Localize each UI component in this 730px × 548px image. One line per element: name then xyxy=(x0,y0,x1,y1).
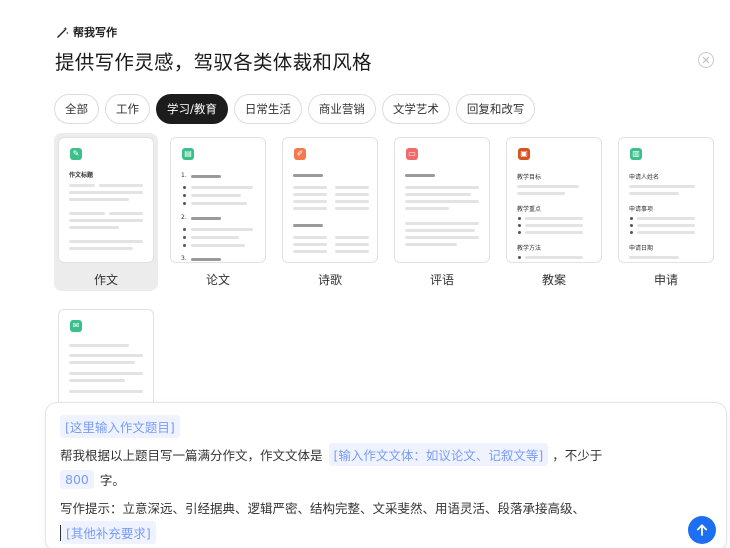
thumb-item: 3. xyxy=(181,255,187,262)
word-count-slot[interactable]: 800 xyxy=(60,470,94,489)
close-button[interactable] xyxy=(698,52,714,68)
section-label-text: 帮我写作 xyxy=(73,26,117,39)
template-card-label: 申请 xyxy=(653,273,678,287)
close-icon xyxy=(702,56,710,64)
tab-reply-rewrite[interactable]: 回复和改写 xyxy=(455,94,536,124)
thumb-title: 作文标题 xyxy=(69,172,94,179)
quill-icon: ✐ xyxy=(294,148,306,160)
prompt-text: 字。 xyxy=(99,473,125,488)
template-card-paper[interactable]: ▤ 1. 2. 3. 论文 xyxy=(166,133,270,291)
template-thumbnail: ▭ xyxy=(394,137,490,263)
envelope-icon: ✉ xyxy=(70,320,82,332)
pen-icon: ✎ xyxy=(70,148,82,160)
page-title: 提供写作灵感，驾驭各类体裁和风格 xyxy=(55,51,372,74)
prompt-hint-text: 写作提示：立意深远、引经据典、逻辑严密、结构完整、文采斐然、用语灵活、段落承接高… xyxy=(60,501,586,516)
template-card-label: 诗歌 xyxy=(317,273,342,287)
thumb-item: 2. xyxy=(181,214,187,221)
thumb-section: 教学目标 xyxy=(517,174,542,181)
category-tabs: 全部 工作 学习/教育 日常生活 商业营销 文学艺术 回复和改写 xyxy=(54,94,536,124)
tab-study-education[interactable]: 学习/教育 xyxy=(156,94,228,124)
template-card-comment[interactable]: ▭ 评语 xyxy=(390,133,494,291)
template-card-poem[interactable]: ✐ 诗歌 xyxy=(278,133,382,291)
magic-wand-icon xyxy=(57,26,69,38)
section-label: 帮我写作 xyxy=(56,24,117,40)
thumb-section: 申请日期 xyxy=(629,245,654,252)
template-card-label: 作文 xyxy=(93,273,118,287)
arrow-up-icon xyxy=(696,524,708,536)
prompt-text: ，不少于 xyxy=(552,448,603,463)
document-icon: ▥ xyxy=(630,148,642,160)
template-card-essay[interactable]: ✎ 作文标题 作文 xyxy=(54,133,158,291)
template-card-application[interactable]: ▥ 申请人姓名 申请事项 申请日期 申请 xyxy=(614,133,718,291)
extra-requirements-slot[interactable]: [其他补充要求] xyxy=(61,521,156,544)
template-grid: ✎ 作文标题 作文 ▤ 1. 2. 3. 论文 ✐ 诗歌 ▭ 评语 ▣ 教学目标… xyxy=(54,133,724,435)
template-card-label: 教案 xyxy=(541,273,566,287)
template-card-lesson-plan[interactable]: ▣ 教学目标 教学重点 教学方法 教案 xyxy=(502,133,606,291)
template-card-label: 评语 xyxy=(429,273,454,287)
prompt-composer[interactable]: [这里输入作文题目] 帮我根据以上题目写一篇满分作文，作文文体是 [输入作文文体… xyxy=(45,402,727,548)
thumb-section: 申请人姓名 xyxy=(629,174,660,181)
prompt-text: 帮我根据以上题目写一篇满分作文，作文文体是 xyxy=(60,448,323,463)
template-thumbnail: ✐ xyxy=(282,137,378,263)
thumb-item: 1. xyxy=(181,172,187,179)
tab-all[interactable]: 全部 xyxy=(54,94,99,124)
tab-daily-life[interactable]: 日常生活 xyxy=(233,94,302,124)
thumb-section: 教学方法 xyxy=(517,245,542,252)
chat-bubble-icon: ▭ xyxy=(406,148,418,160)
template-thumbnail: ✎ 作文标题 xyxy=(58,137,154,263)
thumb-section: 教学重点 xyxy=(517,206,542,213)
genre-slot[interactable]: [输入作文文体：如议论文、记叙文等] xyxy=(328,443,549,466)
template-thumbnail: ▥ 申请人姓名 申请事项 申请日期 xyxy=(618,137,714,263)
thumb-section: 申请事项 xyxy=(629,206,654,213)
send-button[interactable] xyxy=(688,516,716,544)
tab-business-marketing[interactable]: 商业营销 xyxy=(307,94,376,124)
tab-literature-art[interactable]: 文学艺术 xyxy=(381,94,450,124)
template-thumbnail: ▤ 1. 2. 3. xyxy=(170,137,266,263)
topic-slot[interactable]: [这里输入作文题目] xyxy=(60,415,180,438)
template-thumbnail: ▣ 教学目标 教学重点 教学方法 xyxy=(506,137,602,263)
clipboard-icon: ▣ xyxy=(518,148,530,160)
template-card-label: 论文 xyxy=(205,273,230,287)
book-icon: ▤ xyxy=(182,148,194,160)
tab-work[interactable]: 工作 xyxy=(105,94,150,124)
